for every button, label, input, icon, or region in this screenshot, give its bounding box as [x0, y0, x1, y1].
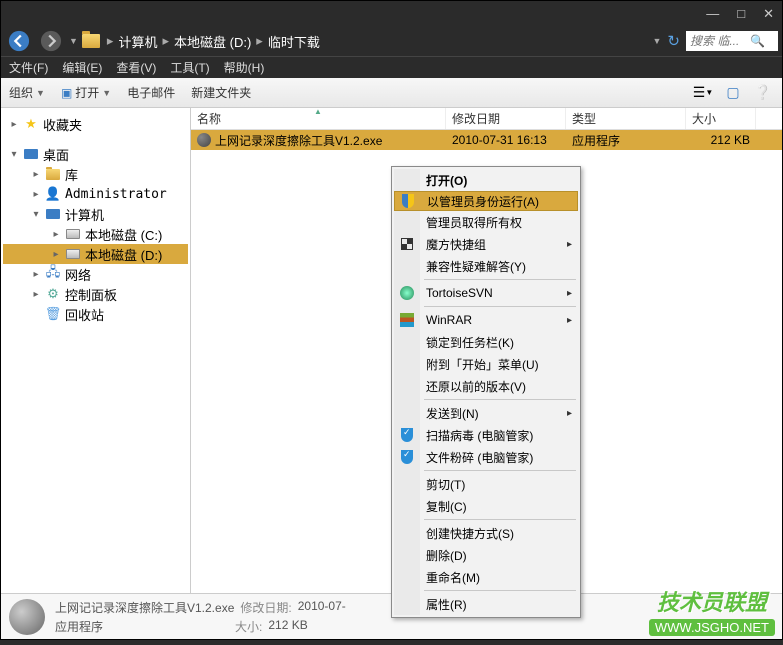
sidebar-network[interactable]: ▸🖧网络: [3, 264, 188, 284]
winrar-icon: [400, 313, 414, 327]
context-menu: 打开(O) 以管理员身份运行(A) 管理员取得所有权 魔方快捷组▸ 兼容性疑难解…: [391, 166, 581, 618]
status-date: 2010-07-: [298, 599, 346, 616]
ctx-copy[interactable]: 复制(C): [394, 495, 578, 517]
menubar: 文件(F) 编辑(E) 查看(V) 工具(T) 帮助(H): [1, 56, 782, 78]
history-chevron[interactable]: ▼: [69, 36, 78, 46]
view-mode-button[interactable]: ☰ ▼: [692, 84, 714, 102]
minimize-button[interactable]: —: [706, 6, 719, 21]
sidebar-recycle[interactable]: 🗑回收站: [3, 304, 188, 324]
col-name[interactable]: 名称▲: [191, 108, 446, 129]
status-size-label: 大小:: [235, 618, 262, 635]
ctx-shred[interactable]: 文件粉碎 (电脑管家): [394, 446, 578, 468]
shred-icon: [401, 450, 413, 464]
status-type: 应用程序: [55, 618, 103, 635]
help-icon[interactable]: ❔: [752, 84, 774, 102]
col-type[interactable]: 类型: [566, 108, 686, 129]
ctx-compat[interactable]: 兼容性疑难解答(Y): [394, 255, 578, 277]
ctx-restore[interactable]: 还原以前的版本(V): [394, 375, 578, 397]
bc-drive[interactable]: 本地磁盘 (D:): [174, 32, 251, 51]
search-input[interactable]: [690, 34, 750, 48]
exe-icon: [197, 133, 211, 147]
file-preview-icon: [9, 599, 45, 635]
ctx-takeown[interactable]: 管理员取得所有权: [394, 211, 578, 233]
close-button[interactable]: ✕: [763, 6, 774, 22]
ctx-delete[interactable]: 删除(D): [394, 544, 578, 566]
menu-file[interactable]: 文件(F): [9, 59, 48, 76]
menu-help[interactable]: 帮助(H): [224, 59, 265, 76]
ctx-winrar[interactable]: WinRAR▸: [394, 309, 578, 331]
menu-tools[interactable]: 工具(T): [170, 59, 209, 76]
ctx-open[interactable]: 打开(O): [394, 169, 578, 191]
back-button[interactable]: [5, 28, 33, 54]
ctx-pin[interactable]: 锁定到任务栏(K): [394, 331, 578, 353]
menu-edit[interactable]: 编辑(E): [62, 59, 102, 76]
ctx-sendto[interactable]: 发送到(N)▸: [394, 402, 578, 424]
ctx-tortoise[interactable]: TortoiseSVN▸: [394, 282, 578, 304]
ctx-scan[interactable]: 扫描病毒 (电脑管家): [394, 424, 578, 446]
col-date[interactable]: 修改日期: [446, 108, 566, 129]
sidebar: ▸★收藏夹 ▾桌面 ▸库 ▸👤Administrator ▾计算机 ▸本地磁盘 …: [1, 108, 191, 593]
status-size: 212 KB: [268, 618, 307, 635]
ctx-shortcut[interactable]: 创建快捷方式(S): [394, 522, 578, 544]
forward-button[interactable]: [37, 28, 65, 54]
ctx-startmenu[interactable]: 附到「开始」菜单(U): [394, 353, 578, 375]
sidebar-drive-c[interactable]: ▸本地磁盘 (C:): [3, 224, 188, 244]
status-date-label: 修改日期:: [240, 599, 291, 616]
folder-icon: [82, 34, 100, 48]
col-size[interactable]: 大小: [686, 108, 756, 129]
open-button[interactable]: ▣打开▼: [61, 84, 111, 101]
sidebar-control[interactable]: ▸⚙控制面板: [3, 284, 188, 304]
titlebar: — □ ✕: [1, 1, 782, 26]
sidebar-drive-d[interactable]: ▸本地磁盘 (D:): [3, 244, 188, 264]
toolbar: 组织▼ ▣打开▼ 电子邮件 新建文件夹 ☰ ▼ ▢ ❔: [1, 78, 782, 108]
ctx-runas[interactable]: 以管理员身份运行(A): [394, 191, 578, 211]
ctx-props[interactable]: 属性(R): [394, 593, 578, 615]
sidebar-computer[interactable]: ▾计算机: [3, 204, 188, 224]
ctx-rename[interactable]: 重命名(M): [394, 566, 578, 588]
email-button[interactable]: 电子邮件: [127, 84, 175, 101]
navbar: ▼ ▸ 计算机 ▸ 本地磁盘 (D:) ▸ 临时下载 ▼ ↻ 🔍: [1, 26, 782, 56]
bc-folder[interactable]: 临时下载: [268, 32, 320, 51]
tortoise-icon: [400, 286, 414, 300]
search-icon[interactable]: 🔍: [750, 34, 765, 48]
path-chevron[interactable]: ▼: [653, 36, 662, 46]
sidebar-libraries[interactable]: ▸库: [3, 164, 188, 184]
breadcrumb[interactable]: ▸ 计算机 ▸ 本地磁盘 (D:) ▸ 临时下载: [82, 32, 320, 51]
column-headers: 名称▲ 修改日期 类型 大小: [191, 108, 782, 130]
organize-button[interactable]: 组织▼: [9, 84, 45, 101]
sidebar-admin[interactable]: ▸👤Administrator: [3, 184, 188, 204]
refresh-icon[interactable]: ↻: [667, 32, 680, 50]
search-box[interactable]: 🔍: [686, 31, 778, 51]
sidebar-favorites[interactable]: ▸★收藏夹: [3, 114, 188, 134]
preview-pane-button[interactable]: ▢: [722, 84, 744, 102]
ctx-cut[interactable]: 剪切(T): [394, 473, 578, 495]
scan-icon: [401, 428, 413, 442]
status-filename: 上网记记录深度擦除工具V1.2.exe: [55, 599, 234, 616]
grid-icon: [401, 238, 413, 250]
maximize-button[interactable]: □: [737, 6, 745, 21]
menu-view[interactable]: 查看(V): [116, 59, 156, 76]
file-row[interactable]: 上网记录深度擦除工具V1.2.exe 2010-07-31 16:13 应用程序…: [191, 130, 782, 150]
bc-computer[interactable]: 计算机: [118, 32, 157, 51]
newfolder-button[interactable]: 新建文件夹: [191, 84, 251, 101]
shield-icon: [402, 194, 414, 208]
ctx-magic[interactable]: 魔方快捷组▸: [394, 233, 578, 255]
sidebar-desktop[interactable]: ▾桌面: [3, 144, 188, 164]
